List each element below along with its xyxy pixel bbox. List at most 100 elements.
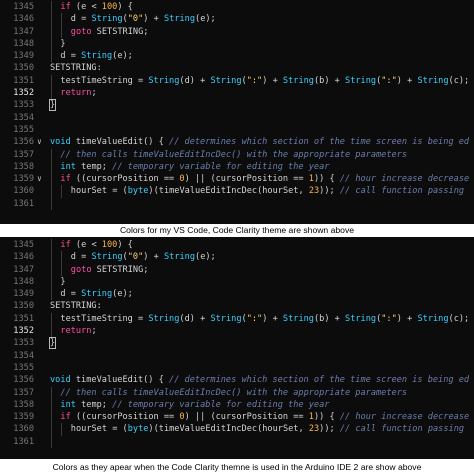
indent-guide [51,87,52,100]
code-line[interactable]: 1348} [0,37,474,51]
line-number: 1353 [13,338,34,349]
code-text: d = String(e); [60,51,133,62]
code-line[interactable]: 1360 hourSet = (byte)(timeValueEditIncDec… [0,423,474,436]
indent-guide [61,185,63,198]
indent-guide [51,435,52,449]
line-number: 1346 [13,252,34,263]
code-text: int temp; // temporary variable for edit… [60,161,330,172]
code-text: hourSet = (byte)(timeValueEditIncDec(hou… [70,424,465,435]
line-number: 1346 [13,14,34,25]
code-line[interactable]: 1359 ∨ if ((cursorPosition == 0) || (curso… [0,173,474,186]
code-line[interactable]: 1349 d = String(e); [0,50,474,63]
code-line[interactable]: 1358 int temp; // temporary variable for … [0,160,474,174]
code-line[interactable]: 1359 if ((cursorPosition == 0) || (cursor… [0,411,474,424]
line-number: 1355 [13,362,34,373]
arduino-ide-editor-panel[interactable]: 1345 if (e < 100) {1346 d = String("0") + … [0,237,474,459]
code-line[interactable]: 1347 goto SETSTRING; [0,263,474,276]
line-number: 1354 [13,112,34,123]
code-line[interactable]: 1353} [0,337,474,350]
indent-guide [61,251,63,264]
indent-guide [51,1,52,14]
code-line[interactable]: 1349 d = String(e); [0,288,474,301]
code-text: // then calls timeValueEditIncDec() with… [60,149,408,160]
code-text: } [48,337,57,350]
code-line[interactable]: 1350 SETSTRING: [0,62,474,74]
code-text: } [60,38,66,49]
code-text: } [48,99,57,112]
code-line[interactable]: 1357 // then calls timeValueEditIncDec() … [0,386,474,399]
line-number: 1349 [13,289,34,300]
line-number: 1358 [13,399,34,410]
code-text: goto SETSTRING; [70,26,149,37]
indent-guide [61,423,63,436]
code-line[interactable]: 1361 [0,435,474,449]
indent-guide [51,148,52,161]
caption-vscode: Colors for my VS Code, Code Clarity them… [0,224,474,237]
code-text: testTimeString = String(d) + String(":")… [60,313,470,324]
indent-guide [51,263,52,276]
line-number: 1347 [13,26,34,37]
fold-chevron-icon[interactable]: ∨ [37,173,47,185]
code-line[interactable]: 1351 testTimeString = String(d) + String(… [0,74,474,88]
code-text: testTimeString = String(d) + String(":")… [60,75,470,86]
fold-chevron-icon[interactable]: ∨ [37,136,47,148]
code-line[interactable]: 1346 d = String("0") + String(e); [0,13,474,26]
code-text: if ((cursorPosition == 0) || (cursorPosi… [60,412,470,423]
indent-guide [51,50,52,63]
code-text: SETSTRING: [50,63,102,74]
line-number: 1361 [13,436,34,447]
code-text: if (e < 100) { [60,240,133,250]
indent-guide [61,25,63,38]
code-line[interactable]: 1346 d = String("0") + String(e); [0,251,474,264]
code-text: return; [60,326,97,337]
line-number: 1358 [13,161,34,172]
code-text: if ((cursorPosition == 0) || (cursorPosi… [60,174,470,185]
code-text: int temp; // temporary variable for edit… [60,399,330,410]
indent-guide [51,197,52,211]
indent-guide [51,239,52,252]
line-number: 1352 [13,326,34,337]
code-line[interactable]: 1351 testTimeString = String(d) + String(… [0,312,474,326]
code-line[interactable]: 1354 [0,350,474,362]
code-line[interactable]: 1353} [0,99,474,112]
code-line[interactable]: 1356 ∨ void timeValueEdit() { // determine… [0,136,474,148]
code-line[interactable]: 1352 return; [0,325,474,338]
line-number: 1355 [13,124,34,135]
code-line[interactable]: 1345 if (e < 100) { [0,239,474,252]
code-line[interactable]: 1348} [0,275,474,289]
line-number: 1361 [13,198,34,209]
line-number: 1356 [13,375,34,386]
line-number: 1357 [13,149,34,160]
line-number: 1348 [13,38,34,49]
code-line[interactable]: 1350 SETSTRING: [0,300,474,312]
indent-guide [51,325,52,338]
indent-guide [51,386,52,399]
code-line[interactable]: 1355 [0,362,474,374]
code-line[interactable]: 1352 return; [0,87,474,100]
indent-guide [51,37,52,51]
code-line[interactable]: 1355 [0,124,474,136]
code-line[interactable]: 1361 [0,197,474,211]
code-line[interactable]: 1358 int temp; // temporary variable for … [0,398,474,412]
code-line[interactable]: 1354 [0,112,474,124]
code-line[interactable]: 1360 hourSet = (byte)(timeValueEditIncDec… [0,185,474,198]
code-text: void timeValueEdit() { // determines whi… [50,137,470,148]
line-number: 1357 [13,387,34,398]
code-line[interactable]: 1347 goto SETSTRING; [0,25,474,38]
indent-guide [51,275,52,289]
line-number: 1360 [13,424,34,435]
indent-guide [51,398,52,412]
indent-guide [61,13,63,26]
line-number: 1354 [13,350,34,361]
vscode-editor-panel[interactable]: 1345 if (e < 100) {1346 d = String("0") + … [0,0,474,238]
line-number: 1350 [13,301,34,312]
indent-guide [51,411,52,424]
indent-guide [51,173,52,186]
code-line[interactable]: 1357 // then calls timeValueEditIncDec() … [0,148,474,161]
code-line[interactable]: 1345 if (e < 100) { [0,1,474,14]
code-line[interactable]: 1356 void timeValueEdit() { // determines… [0,374,474,386]
caption-arduino: Colors as they apear when the Code Clari… [0,460,474,474]
line-number: 1350 [13,63,34,74]
line-number: 1359 [13,412,34,423]
indent-guide [51,288,52,301]
